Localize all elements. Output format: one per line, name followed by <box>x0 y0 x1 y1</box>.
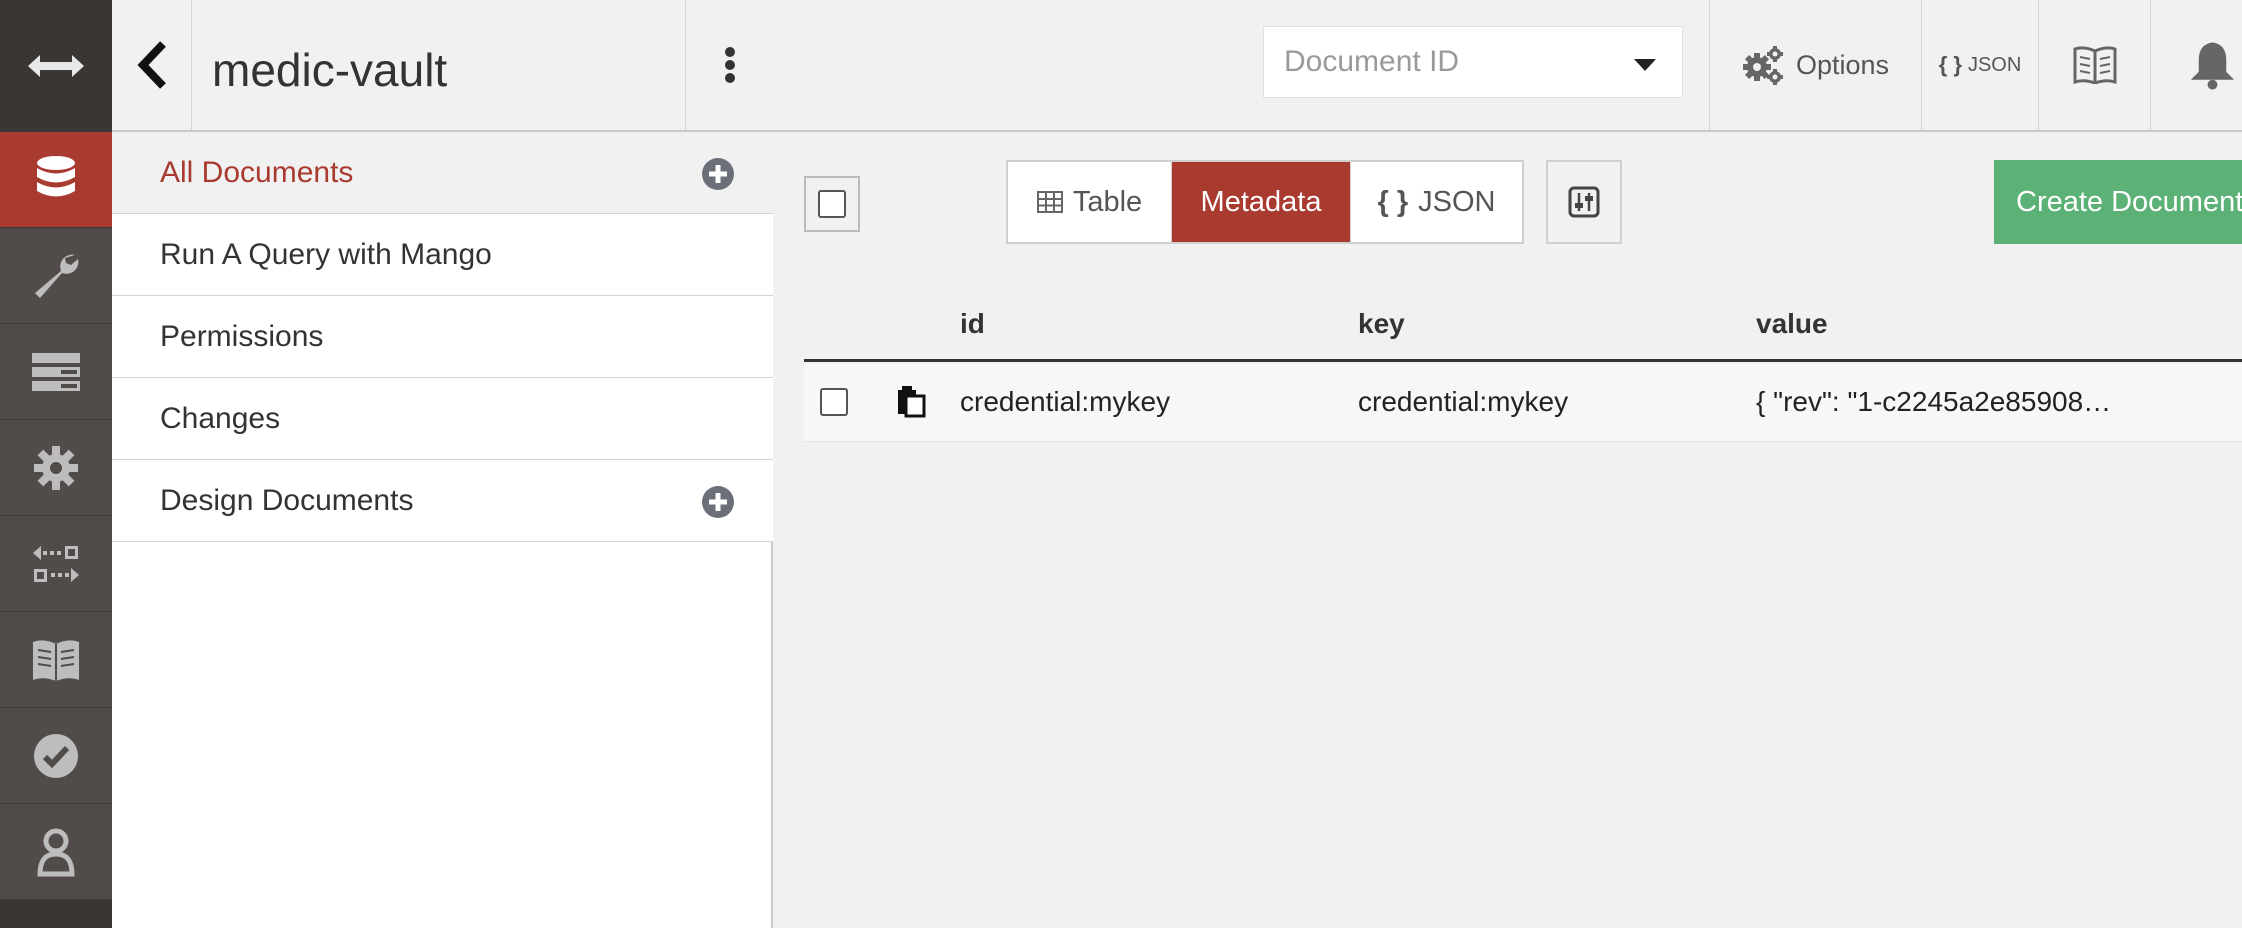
api-json-button[interactable]: { } JSON <box>1921 0 2038 130</box>
notifications-button[interactable] <box>2150 0 2242 130</box>
sidebar-item-label: Permissions <box>160 319 324 353</box>
book-icon <box>2073 46 2116 84</box>
copy-icon[interactable] <box>896 384 928 418</box>
nav-setup[interactable] <box>0 228 112 324</box>
check-circle-icon <box>34 733 78 778</box>
view-json-label: JSON <box>1418 185 1496 218</box>
nav-documentation[interactable] <box>0 612 112 708</box>
nav-user[interactable] <box>0 804 112 900</box>
vertical-dots-icon <box>724 47 735 83</box>
sliders-icon <box>1568 186 1600 218</box>
database-menu-button[interactable] <box>685 0 773 130</box>
table-icon <box>1036 191 1063 213</box>
view-table-label: Table <box>1072 185 1143 218</box>
cell-id[interactable]: credential:mykey <box>960 386 1170 418</box>
sidebar-item-changes[interactable]: Changes <box>112 378 773 460</box>
server-icon <box>32 352 80 391</box>
sidebar-item-design-documents[interactable]: Design Documents <box>112 460 773 542</box>
view-json-button[interactable]: { } JSON <box>1350 162 1522 242</box>
sidebar-item-label: Changes <box>160 401 281 435</box>
main-nav <box>0 0 112 928</box>
sidebar-item-label: Run A Query with Mango <box>160 237 492 271</box>
nav-active-tasks[interactable] <box>0 324 112 420</box>
wrench-icon <box>35 254 79 298</box>
table-row[interactable]: credential:mykey credential:mykey { "rev… <box>804 364 2242 442</box>
back-button[interactable] <box>112 0 192 130</box>
sidebar-item-all-documents[interactable]: All Documents <box>112 132 773 214</box>
table-header: id key value <box>804 290 2242 362</box>
bell-icon <box>2190 42 2235 90</box>
database-icon <box>37 155 75 196</box>
sidebar-item-label: Design Documents <box>160 483 414 517</box>
column-settings-button[interactable] <box>1546 160 1622 244</box>
view-table-button[interactable]: Table <box>1008 162 1172 242</box>
nav-verify[interactable] <box>0 708 112 804</box>
nav-toggle-button[interactable] <box>0 0 112 132</box>
replication-icon <box>33 545 79 582</box>
plus-circle-icon[interactable] <box>701 157 735 191</box>
column-header-id[interactable]: id <box>960 308 985 340</box>
json-label: JSON <box>1967 53 2022 76</box>
cell-key: credential:mykey <box>1358 386 1569 417</box>
document-id-placeholder: Document ID <box>1284 45 1460 78</box>
json-braces-icon: { } <box>1938 52 1962 77</box>
nav-databases[interactable] <box>0 132 112 228</box>
nav-footer <box>0 900 112 928</box>
sidebar-header: medic-vault <box>112 0 773 132</box>
plus-circle-icon[interactable] <box>701 485 735 519</box>
book-icon <box>33 639 79 681</box>
view-metadata-button[interactable]: Metadata <box>1172 162 1350 242</box>
sidebar-item-label: All Documents <box>160 155 354 189</box>
top-header: Document ID Options { } JSON <box>773 0 2242 132</box>
collapse-arrows-icon <box>28 54 84 77</box>
row-checkbox[interactable] <box>820 388 848 416</box>
column-header-key[interactable]: key <box>1358 308 1405 340</box>
gears-icon <box>1742 46 1783 85</box>
json-braces-icon: { } <box>1377 185 1409 218</box>
document-id-select[interactable]: Document ID <box>1263 26 1683 98</box>
documentation-button[interactable] <box>2038 0 2150 130</box>
checkbox-box <box>820 388 848 416</box>
user-icon <box>37 828 75 876</box>
sidebar-item-mango-query[interactable]: Run A Query with Mango <box>112 214 773 296</box>
nav-replication[interactable] <box>0 516 112 612</box>
create-document-button[interactable]: Create Document <box>1994 160 2242 244</box>
cell-value: { "rev": "1-c2245a2e85908… <box>1756 386 2112 417</box>
caret-down-icon <box>1634 59 1656 71</box>
chevron-left-icon <box>136 41 166 89</box>
gear-icon <box>34 445 78 490</box>
checkbox-box <box>818 190 846 218</box>
options-label: Options <box>1795 49 1890 80</box>
select-all-checkbox[interactable] <box>804 176 860 232</box>
column-header-value[interactable]: value <box>1756 308 1828 340</box>
view-toggle-group: Table Metadata { } JSON <box>1006 160 1524 244</box>
sidebar: medic-vault All Documents Run A Query wi… <box>112 0 773 928</box>
nav-config[interactable] <box>0 420 112 516</box>
view-metadata-label: Metadata <box>1200 185 1322 218</box>
options-button[interactable]: Options <box>1709 0 1921 130</box>
sidebar-item-permissions[interactable]: Permissions <box>112 296 773 378</box>
database-title: medic-vault <box>212 44 448 96</box>
